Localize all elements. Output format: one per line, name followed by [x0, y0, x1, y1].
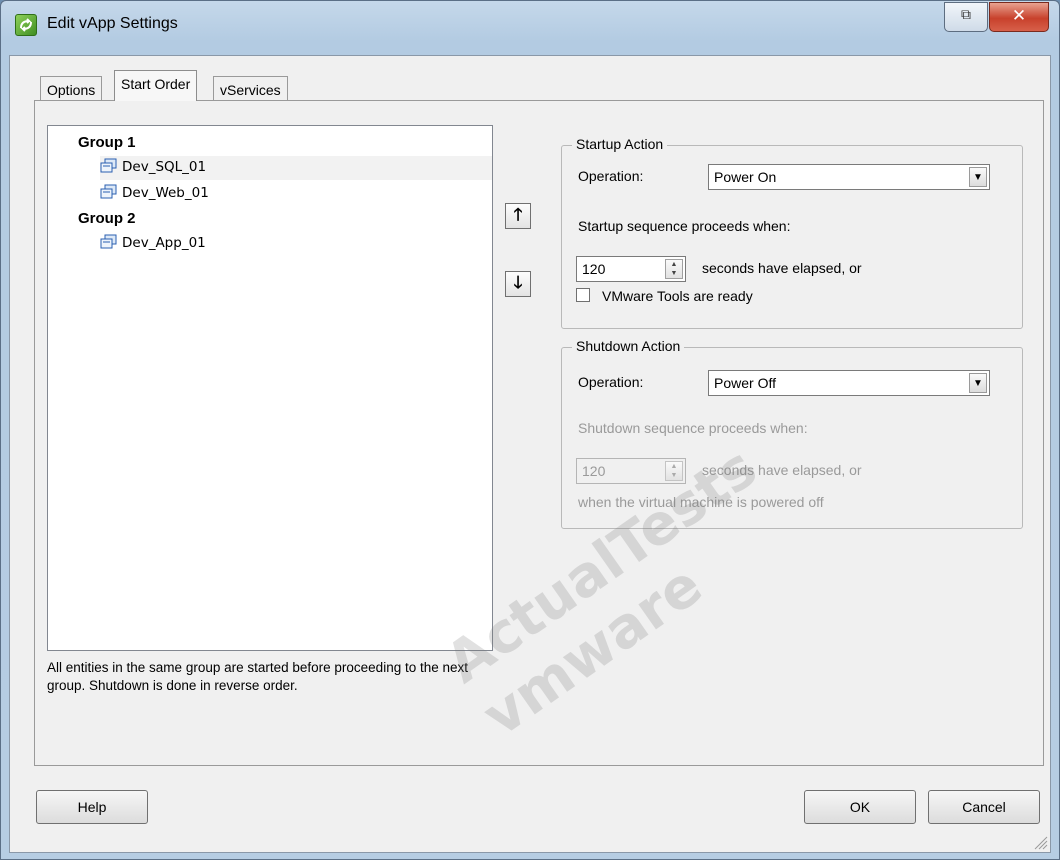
shutdown-proceeds-label: Shutdown sequence proceeds when:	[578, 420, 808, 436]
dialog-window: Edit vApp Settings ⧉ ✕ Options Start Ord…	[0, 0, 1060, 860]
arrow-down-icon: 🡓	[513, 273, 523, 293]
arrow-up-icon: 🡑	[513, 205, 523, 225]
dialog-client-area: Options Start Order vServices Group 1 De…	[9, 55, 1051, 853]
tab-options[interactable]: Options	[40, 76, 103, 100]
shutdown-seconds-label: seconds have elapsed, or	[702, 462, 862, 478]
tree-item-dev-web-01[interactable]: Dev_Web_01	[100, 182, 209, 206]
startup-operation-label: Operation:	[578, 168, 644, 184]
shutdown-operation-label: Operation:	[578, 374, 644, 390]
startup-operation-value: Power On	[714, 169, 777, 185]
tree-item-dev-sql-01[interactable]: Dev_SQL_01	[100, 156, 492, 180]
start-order-tree[interactable]: Group 1 Dev_SQL_01 Dev_Web_01 Group 2 De…	[47, 125, 493, 651]
title-bar[interactable]: Edit vApp Settings ⧉ ✕	[1, 1, 1059, 55]
startup-action-group: Startup Action Operation: Power On ▼ Sta…	[561, 136, 1023, 329]
vm-icon	[100, 184, 117, 199]
resize-grip-icon[interactable]	[1032, 834, 1048, 850]
ok-button[interactable]: OK	[804, 790, 916, 824]
shutdown-operation-value: Power Off	[714, 375, 776, 391]
move-down-button[interactable]: 🡓	[505, 271, 531, 297]
close-button[interactable]: ✕	[989, 2, 1049, 32]
spinner-arrows-icon: ▲ ▼	[665, 461, 683, 481]
tree-item-dev-app-01[interactable]: Dev_App_01	[100, 232, 206, 256]
startup-proceeds-label: Startup sequence proceeds when:	[578, 218, 791, 234]
startup-seconds-label: seconds have elapsed, or	[702, 260, 862, 276]
help-button[interactable]: Help	[36, 790, 148, 824]
restore-button[interactable]: ⧉	[944, 2, 988, 32]
move-up-button[interactable]: 🡑	[505, 203, 531, 229]
shutdown-powered-off-label: when the virtual machine is powered off	[578, 494, 824, 510]
start-order-note: All entities in the same group are start…	[47, 660, 469, 693]
chevron-down-icon[interactable]: ▼	[969, 167, 987, 187]
chevron-down-icon[interactable]: ▼	[969, 373, 987, 393]
vapp-icon	[15, 14, 37, 36]
shutdown-action-title: Shutdown Action	[572, 338, 685, 354]
startup-operation-select[interactable]: Power On ▼	[708, 164, 990, 190]
restore-icon: ⧉	[961, 7, 971, 23]
shutdown-seconds-spinner: 120 ▲ ▼	[576, 458, 686, 484]
window-title: Edit vApp Settings	[47, 15, 178, 32]
tree-group-2[interactable]: Group 2	[78, 210, 136, 227]
tree-item-label: Dev_Web_01	[122, 185, 209, 201]
shutdown-action-group: Shutdown Action Operation: Power Off ▼ S…	[561, 338, 1023, 529]
shutdown-seconds-value: 120	[582, 463, 606, 479]
vmware-tools-checkbox[interactable]	[576, 288, 590, 302]
start-order-panel: Group 1 Dev_SQL_01 Dev_Web_01 Group 2 De…	[34, 100, 1044, 766]
vm-icon	[100, 234, 117, 249]
cancel-button[interactable]: Cancel	[928, 790, 1040, 824]
tree-item-label: Dev_SQL_01	[122, 159, 207, 175]
startup-action-title: Startup Action	[572, 136, 668, 152]
startup-seconds-value: 120	[582, 261, 606, 277]
tab-vservices[interactable]: vServices	[213, 76, 288, 100]
vm-icon	[100, 158, 117, 173]
vmware-tools-label: VMware Tools are ready	[602, 288, 753, 304]
tree-item-label: Dev_App_01	[122, 235, 206, 251]
close-icon: ✕	[1011, 6, 1027, 26]
shutdown-operation-select[interactable]: Power Off ▼	[708, 370, 990, 396]
startup-seconds-spinner[interactable]: 120 ▲ ▼	[576, 256, 686, 282]
spinner-arrows-icon[interactable]: ▲ ▼	[665, 259, 683, 279]
tab-start-order[interactable]: Start Order	[114, 70, 198, 101]
tree-group-1[interactable]: Group 1	[78, 134, 136, 151]
